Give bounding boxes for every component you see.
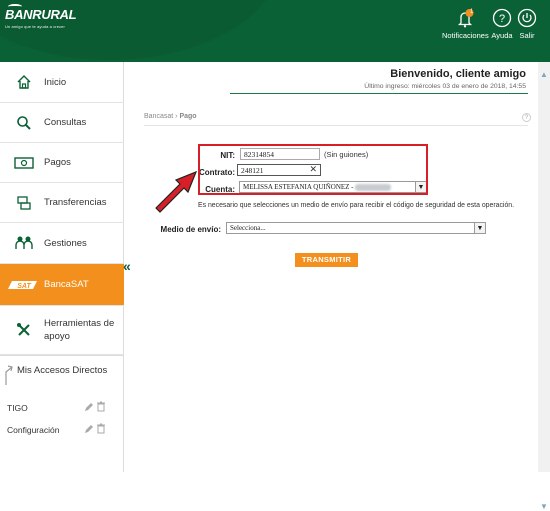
money-icon [14, 154, 34, 172]
acceso-label: TIGO [7, 403, 28, 413]
transmitir-button[interactable]: TRANSMITIR [295, 253, 358, 267]
breadcrumb-divider [144, 125, 528, 126]
sidebar: Inicio Consultas Pagos Transferencias Ge… [0, 62, 124, 472]
info-text: Es necesario que selecciones un medio de… [198, 202, 515, 209]
medio-value: Selecciona... [230, 224, 266, 232]
tools-icon [14, 321, 34, 339]
svg-text:?: ? [499, 13, 505, 25]
svg-text:SAT: SAT [17, 283, 31, 290]
sat-logo-icon: SAT [6, 276, 42, 294]
highlight-box [198, 144, 428, 195]
transfer-icon [14, 194, 34, 212]
notifications-badge: 1 [470, 9, 474, 15]
sidebar-item-label: Inicio [44, 76, 67, 88]
exit-label: Salir [519, 31, 535, 40]
top-header: BANRURAL Un amigo que te ayuda a crecer … [0, 0, 550, 62]
brand-logo[interactable]: BANRURAL [5, 7, 77, 22]
sidebar-item-label: Gestiones [44, 237, 87, 249]
medio-select[interactable]: Selecciona... ▼ [226, 222, 486, 234]
scrollbar[interactable]: ▲ ▼ [538, 62, 550, 511]
trash-icon[interactable] [96, 423, 106, 434]
brand-tagline: Un amigo que te ayuda a crecer [5, 24, 65, 29]
edit-pencil-icon[interactable] [84, 424, 94, 434]
red-pointer-arrow-icon [155, 170, 198, 213]
power-icon [517, 8, 537, 28]
help-button[interactable]: ? Ayuda [490, 8, 514, 40]
notifications-button[interactable]: 1 Notificaciones [442, 8, 489, 40]
page-help-icon[interactable]: ? [522, 113, 531, 122]
accesos-title: Mis Accesos Directos [17, 365, 108, 376]
sidebar-item-inicio[interactable]: Inicio [0, 62, 124, 103]
breadcrumb-parent[interactable]: Bancasat [144, 113, 173, 120]
sidebar-item-herramientas[interactable]: Herramientas de apoyo [0, 306, 124, 355]
trash-icon[interactable] [96, 401, 106, 412]
acceso-actions [84, 401, 106, 414]
medio-label: Medio de envío: [160, 225, 221, 234]
acceso-label: Configuración [7, 425, 60, 435]
sidebar-item-label: Consultas [44, 117, 87, 128]
accesos-directos-header: Mis Accesos Directos [0, 355, 124, 397]
search-icon [14, 114, 34, 132]
welcome-block: Bienvenido, cliente amigo Último ingreso… [364, 68, 526, 90]
shortcut-arrow-icon [5, 365, 13, 385]
breadcrumb: Bancasat › Pago [144, 113, 197, 120]
sidebar-item-label: Pagos [44, 157, 71, 168]
welcome-divider [230, 93, 528, 94]
help-label: Ayuda [491, 31, 513, 40]
breadcrumb-sep: › [175, 113, 178, 120]
chevron-down-icon: ▼ [474, 223, 485, 233]
sidebar-item-transferencias[interactable]: Transferencias [0, 183, 124, 223]
home-icon [14, 73, 34, 91]
sidebar-item-label: Transferencias [44, 197, 107, 208]
exit-button[interactable]: Salir [516, 8, 538, 40]
breadcrumb-current: Pago [179, 113, 197, 120]
sidebar-item-bancasat[interactable]: SAT BancaSAT [0, 264, 124, 306]
sidebar-item-label: BancaSAT [44, 279, 89, 290]
edit-pencil-icon[interactable] [84, 402, 94, 412]
main-content: Bienvenido, cliente amigo Último ingreso… [130, 62, 538, 472]
scroll-down-icon[interactable]: ▼ [540, 502, 548, 511]
notifications-label: Notificaciones [442, 31, 489, 40]
people-icon [14, 234, 34, 252]
scroll-up-icon[interactable]: ▲ [540, 70, 548, 79]
help-icon: ? [492, 8, 512, 28]
sidebar-item-label: Herramientas de apoyo [44, 318, 115, 342]
last-login: Último ingreso: miércoles 03 de enero de… [364, 83, 526, 90]
sidebar-item-consultas[interactable]: Consultas [0, 103, 124, 143]
acceso-actions [84, 423, 106, 436]
sidebar-item-pagos[interactable]: Pagos [0, 143, 124, 183]
acceso-item-configuracion[interactable]: Configuración [0, 421, 124, 439]
welcome-title: Bienvenido, cliente amigo [390, 68, 526, 80]
sidebar-item-gestiones[interactable]: Gestiones [0, 223, 124, 264]
acceso-item-tigo[interactable]: TIGO [0, 399, 124, 417]
